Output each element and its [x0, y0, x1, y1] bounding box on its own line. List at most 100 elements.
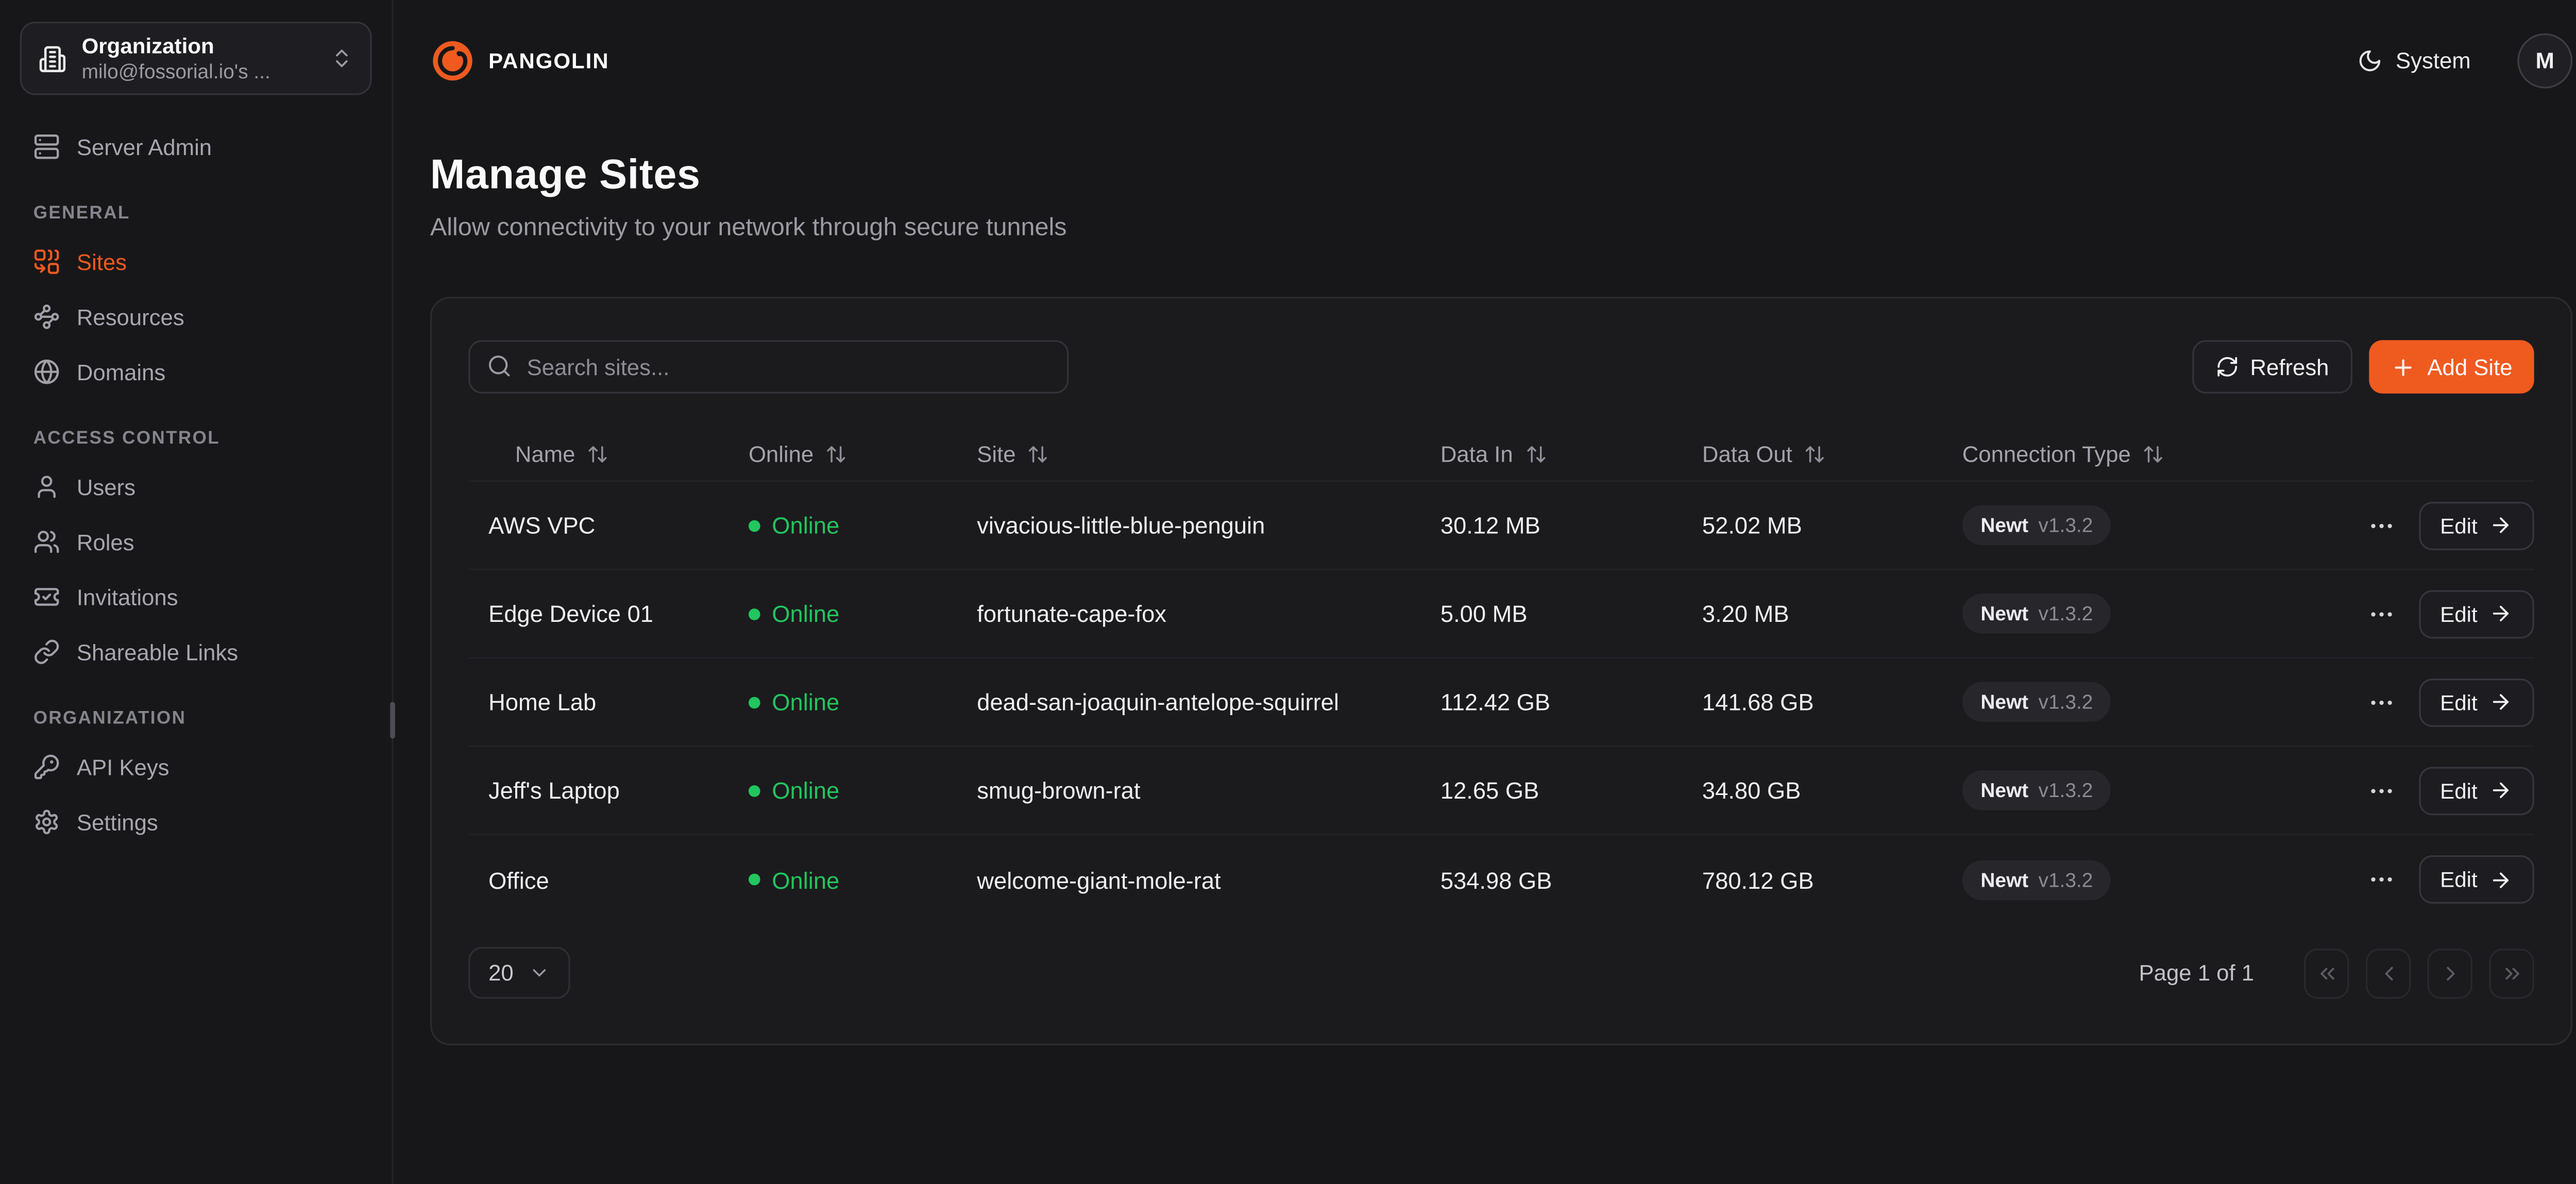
column-header-connection-type[interactable]: Connection Type: [1962, 441, 2346, 466]
connection-type-cell: Newt v1.3.2: [1962, 770, 2346, 810]
arrow-right-icon: [2489, 602, 2512, 625]
search-icon: [487, 353, 512, 379]
previous-page-button[interactable]: [2366, 948, 2411, 998]
online-status-label: Online: [772, 512, 839, 538]
edit-button[interactable]: Edit: [2418, 501, 2534, 549]
sidebar: Organization milo@fossorial.io's ... Ser…: [0, 0, 394, 1184]
sort-icon: [2142, 443, 2164, 464]
table-footer: 20 Page 1 of 1: [468, 947, 2534, 999]
sidebar-item-label: Sites: [77, 249, 127, 275]
app-root: Organization milo@fossorial.io's ... Ser…: [0, 0, 2576, 1184]
sidebar-item-settings[interactable]: Settings: [20, 797, 372, 847]
pangolin-logo-icon: [430, 38, 475, 82]
table-row: Office Online welcome-giant-mole-rat 534…: [468, 835, 2534, 924]
connection-type-cell: Newt v1.3.2: [1962, 859, 2346, 900]
sidebar-item-resources[interactable]: Resources: [20, 292, 372, 342]
brand: PANGOLIN: [430, 38, 609, 82]
row-actions-cell: Edit: [2346, 766, 2534, 815]
row-menu-button[interactable]: [2367, 599, 2397, 629]
edit-label: Edit: [2440, 601, 2478, 627]
sidebar-item-shareable-links[interactable]: Shareable Links: [20, 627, 372, 677]
row-menu-button[interactable]: [2367, 687, 2397, 717]
ellipsis-icon: [2367, 599, 2395, 628]
edit-button[interactable]: Edit: [2418, 766, 2534, 815]
column-header-data-in[interactable]: Data In: [1440, 441, 1702, 466]
connection-type-badge: Newt v1.3.2: [1962, 770, 2111, 810]
data-out-cell: 141.68 GB: [1702, 688, 1962, 715]
data-out-cell: 34.80 GB: [1702, 777, 1962, 804]
first-page-button[interactable]: [2304, 948, 2349, 998]
sidebar-item-roles[interactable]: Roles: [20, 517, 372, 567]
server-icon: [33, 133, 60, 160]
column-header-site[interactable]: Site: [977, 441, 1440, 466]
sidebar-item-sites[interactable]: Sites: [20, 237, 372, 287]
online-status-dot: [749, 608, 760, 620]
org-switcher[interactable]: Organization milo@fossorial.io's ...: [20, 22, 372, 95]
data-in-cell: 112.42 GB: [1440, 688, 1702, 715]
sidebar-item-label: Resources: [77, 305, 184, 330]
add-site-label: Add Site: [2427, 354, 2512, 380]
edit-button[interactable]: Edit: [2418, 855, 2534, 904]
sidebar-item-label: Domains: [77, 359, 165, 384]
avatar[interactable]: M: [2517, 32, 2572, 88]
search-box: [468, 340, 1069, 394]
sidebar-section-general: GENERAL: [20, 204, 372, 224]
theme-toggle-button[interactable]: System: [2347, 46, 2481, 74]
sidebar-item-label: Invitations: [77, 584, 178, 610]
globe-icon: [33, 359, 60, 385]
last-page-button[interactable]: [2489, 948, 2534, 998]
site-status-cell: Online: [749, 777, 977, 804]
edit-button[interactable]: Edit: [2418, 678, 2534, 726]
search-input[interactable]: [468, 340, 1069, 394]
sites-card: Refresh Add Site Name Online: [430, 297, 2572, 1045]
row-actions-cell: Edit: [2346, 678, 2534, 726]
sidebar-item-invitations[interactable]: Invitations: [20, 572, 372, 622]
add-site-button[interactable]: Add Site: [2369, 340, 2534, 394]
next-page-button[interactable]: [2428, 948, 2472, 998]
edit-label: Edit: [2440, 867, 2478, 892]
ellipsis-icon: [2367, 511, 2395, 539]
table-row: AWS VPC Online vivacious-little-blue-pen…: [468, 482, 2534, 570]
column-label: Site: [977, 441, 1015, 466]
row-menu-button[interactable]: [2367, 865, 2397, 894]
column-header-data-out[interactable]: Data Out: [1702, 441, 1962, 466]
online-status-label: Online: [772, 688, 839, 715]
column-label: Online: [749, 441, 814, 466]
sidebar-item-label: Settings: [77, 809, 158, 835]
column-label: Name: [515, 441, 575, 466]
plus-icon: [2391, 354, 2416, 380]
connection-version: v1.3.2: [2039, 514, 2093, 537]
row-menu-button[interactable]: [2367, 510, 2397, 540]
ellipsis-icon: [2367, 688, 2395, 716]
data-in-cell: 12.65 GB: [1440, 777, 1702, 804]
arrow-right-icon: [2489, 868, 2512, 891]
column-header-online[interactable]: Online: [749, 441, 977, 466]
online-status-dot: [749, 696, 760, 708]
site-status-cell: Online: [749, 600, 977, 627]
theme-label: System: [2396, 47, 2471, 73]
refresh-button[interactable]: Refresh: [2192, 340, 2352, 394]
refresh-icon: [2215, 355, 2239, 378]
arrow-right-icon: [2489, 690, 2512, 714]
online-status-label: Online: [772, 600, 839, 627]
edit-button[interactable]: Edit: [2418, 589, 2534, 638]
top-bar: PANGOLIN System M: [430, 0, 2572, 120]
row-menu-button[interactable]: [2367, 775, 2397, 805]
sidebar-resize-handle[interactable]: [390, 702, 395, 738]
sidebar-item-domains[interactable]: Domains: [20, 347, 372, 397]
column-header-name[interactable]: Name: [468, 441, 749, 466]
edit-label: Edit: [2440, 689, 2478, 715]
main-content: PANGOLIN System M Manage Sites Allow con…: [394, 0, 2576, 1184]
page-size-select[interactable]: 20: [468, 947, 570, 999]
column-label: Connection Type: [1962, 441, 2131, 466]
org-subtitle: milo@fossorial.io's ...: [82, 59, 315, 83]
chevrons-left-icon: [2315, 961, 2338, 985]
row-actions-cell: Edit: [2346, 855, 2534, 904]
site-id-cell: fortunate-cape-fox: [977, 600, 1440, 627]
sidebar-item-server-admin[interactable]: Server Admin: [20, 122, 372, 172]
sidebar-item-api-keys[interactable]: API Keys: [20, 742, 372, 792]
sidebar-item-users[interactable]: Users: [20, 462, 372, 512]
site-id-cell: smug-brown-rat: [977, 777, 1440, 804]
refresh-label: Refresh: [2250, 354, 2329, 380]
table-row: Edge Device 01 Online fortunate-cape-fox…: [468, 570, 2534, 659]
